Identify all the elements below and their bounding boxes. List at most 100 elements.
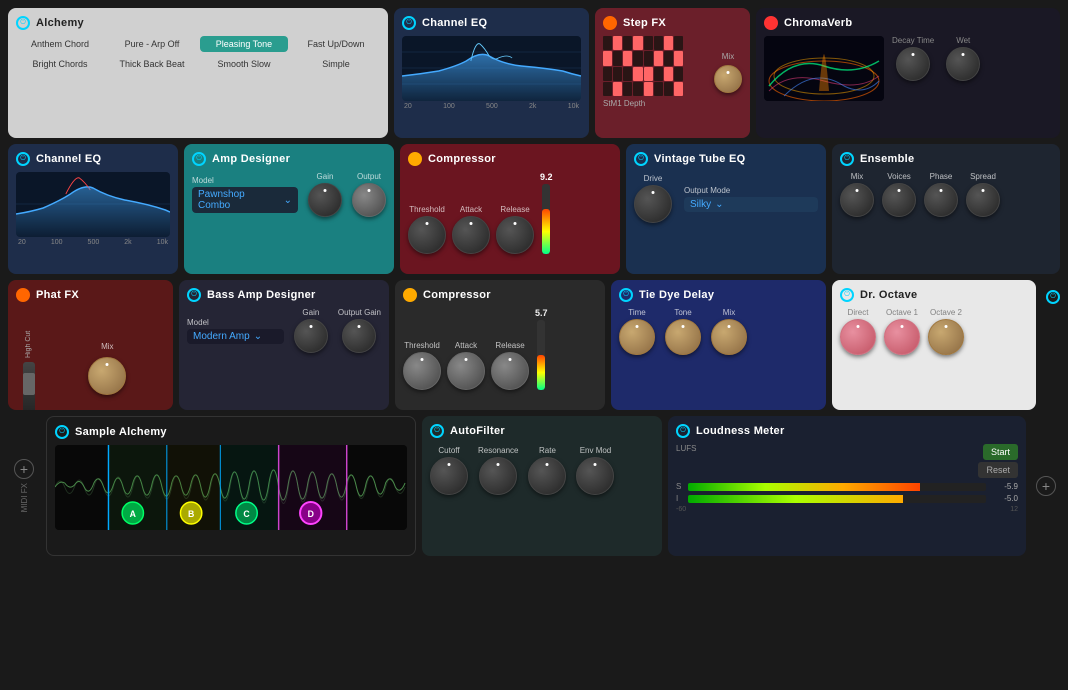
comp-r3-threshold-group: Threshold xyxy=(403,341,441,390)
tie-dye-time-knob[interactable] xyxy=(619,319,655,355)
bass-gain-label: Gain xyxy=(302,308,319,317)
preset-smooth-slow[interactable]: Smooth Slow xyxy=(200,56,288,72)
dr-octave2-knob[interactable] xyxy=(928,319,964,355)
af-resonance-knob[interactable] xyxy=(479,457,517,495)
amp-designer-power[interactable]: ⏻ xyxy=(192,152,206,166)
loudness-reset-button[interactable]: Reset xyxy=(978,462,1018,478)
bass-gain-group: Gain xyxy=(294,308,328,353)
preset-anthem-chord[interactable]: Anthem Chord xyxy=(16,36,104,52)
add-midi-fx-button[interactable]: + xyxy=(14,459,34,479)
af-cutoff-knob[interactable] xyxy=(430,457,468,495)
ensemble-mix-knob[interactable] xyxy=(840,183,874,217)
af-envmod-label: Env Mod xyxy=(580,446,612,455)
dr-octave-power[interactable]: ⏻ xyxy=(840,288,854,302)
phat-fx-header: ⏻ Phat FX xyxy=(16,288,165,302)
comp-r3-release-knob[interactable] xyxy=(491,352,529,390)
channel-eq-r2-title: Channel EQ xyxy=(36,153,101,165)
vintage-drive-knob[interactable] xyxy=(634,185,672,223)
ensemble-phase-knob[interactable] xyxy=(924,183,958,217)
auto-filter-power[interactable]: ⏻ xyxy=(430,424,444,438)
compressor-r2-power[interactable]: ⏻ xyxy=(408,152,422,166)
preset-simple[interactable]: Simple xyxy=(292,56,380,72)
chroma-wet-knob[interactable] xyxy=(946,47,980,81)
tie-dye-power[interactable]: ⏻ xyxy=(619,288,633,302)
amp-model-label: Model xyxy=(192,176,298,185)
comp-r3-threshold-knob[interactable] xyxy=(403,352,441,390)
amp-designer-header: ⏻ Amp Designer xyxy=(192,152,386,166)
phat-fx-power[interactable]: ⏻ xyxy=(16,288,30,302)
step-fx-mix-label: Mix xyxy=(722,52,734,61)
add-right-button[interactable]: + xyxy=(1036,476,1056,496)
amp-gain-knob[interactable] xyxy=(308,183,342,217)
sample-alchemy-power[interactable]: ⏻ xyxy=(55,425,69,439)
tie-dye-time-group: Time xyxy=(619,308,655,355)
bass-model-chevron: ⌄ xyxy=(254,331,262,342)
dr-octave1-knob[interactable] xyxy=(884,319,920,355)
amp-designer-plugin: ⏻ Amp Designer Model Pawnshop Combo ⌄ Ga… xyxy=(184,144,394,274)
bass-gain-knob[interactable] xyxy=(294,319,328,353)
step-fx-power[interactable]: ⏻ xyxy=(603,16,617,30)
channel-eq-r2-power[interactable]: ⏻ xyxy=(16,152,30,166)
dr-direct-knob[interactable] xyxy=(840,319,876,355)
amp-output-knob[interactable] xyxy=(352,183,386,217)
chroma-verb-plugin: ⏻ ChromaVerb xyxy=(756,8,1060,138)
af-rate-knob[interactable] xyxy=(528,457,566,495)
af-envmod-knob[interactable] xyxy=(576,457,614,495)
comp-r2-release-knob[interactable] xyxy=(496,216,534,254)
bass-amp-plugin: ⏻ Bass Amp Designer Model Modern Amp ⌄ G… xyxy=(179,280,389,410)
dr-octave1-label: Octave 1 xyxy=(886,308,918,317)
bass-output-knob[interactable] xyxy=(342,319,376,353)
loudness-s-value: -5.9 xyxy=(990,482,1018,491)
comp-r3-attack-knob[interactable] xyxy=(447,352,485,390)
vintage-mode-select[interactable]: Silky ⌄ xyxy=(684,197,818,212)
loudness-power[interactable]: ⏻ xyxy=(676,424,690,438)
preset-pure-arp[interactable]: Pure - Arp Off xyxy=(108,36,196,52)
comp-r2-attack-knob[interactable] xyxy=(452,216,490,254)
row2: ⏻ Channel EQ 20 xyxy=(8,144,1060,274)
comp-r2-release-label: Release xyxy=(500,205,529,214)
svg-text:A: A xyxy=(130,509,137,519)
loudness-meter-plugin: ⏻ Loudness Meter LUFS Start Reset S -5.9 xyxy=(668,416,1026,556)
tie-dye-mix-knob[interactable] xyxy=(711,319,747,355)
bass-amp-header: ⏻ Bass Amp Designer xyxy=(187,288,381,302)
comp-r3-release-label: Release xyxy=(495,341,524,350)
compressor-r3-power[interactable]: ⏻ xyxy=(403,288,417,302)
vintage-eq-power[interactable]: ⏻ xyxy=(634,152,648,166)
compressor-r3-header: ⏻ Compressor xyxy=(403,288,597,302)
auto-filter-header: ⏻ AutoFilter xyxy=(430,424,654,438)
bass-model-label: Model xyxy=(187,318,284,327)
comp-r3-attack-label: Attack xyxy=(455,341,477,350)
af-resonance-label: Resonance xyxy=(478,446,518,455)
amp-gain-label: Gain xyxy=(317,172,334,181)
preset-bright-chords[interactable]: Bright Chords xyxy=(16,56,104,72)
preset-thick-back[interactable]: Thick Back Beat xyxy=(108,56,196,72)
dr-octave2-label: Octave 2 xyxy=(930,308,962,317)
step-fx-mix-knob[interactable] xyxy=(714,65,742,93)
svg-text:B: B xyxy=(188,509,194,519)
chroma-decay-group: Decay Time xyxy=(892,36,934,81)
loudness-start-button[interactable]: Start xyxy=(983,444,1018,460)
tie-dye-title: Tie Dye Delay xyxy=(639,289,714,301)
channel-eq-r1-title: Channel EQ xyxy=(422,17,487,29)
chroma-decay-knob[interactable] xyxy=(896,47,930,81)
amp-model-select[interactable]: Pawnshop Combo ⌄ xyxy=(192,187,298,213)
ensemble-voices-knob[interactable] xyxy=(882,183,916,217)
loudness-s-label: S xyxy=(676,482,684,491)
extra-power-r3[interactable]: ⏻ xyxy=(1046,290,1060,304)
bass-amp-power[interactable]: ⏻ xyxy=(187,288,201,302)
comp-r2-threshold-knob[interactable] xyxy=(408,216,446,254)
alchemy-power[interactable]: ⏻ xyxy=(16,16,30,30)
ensemble-header: ⏻ Ensemble xyxy=(840,152,1052,166)
ensemble-spread-knob[interactable] xyxy=(966,183,1000,217)
ensemble-power[interactable]: ⏻ xyxy=(840,152,854,166)
channel-eq-r1-power[interactable]: ⏻ xyxy=(402,16,416,30)
loudness-s-row: S -5.9 xyxy=(676,482,1018,491)
tie-dye-tone-knob[interactable] xyxy=(665,319,701,355)
af-rate-group: Rate xyxy=(528,446,566,495)
bass-model-select[interactable]: Modern Amp ⌄ xyxy=(187,329,284,344)
chroma-verb-power[interactable]: ⏻ xyxy=(764,16,778,30)
preset-pleasing-tone[interactable]: Pleasing Tone xyxy=(200,36,288,52)
phat-mix-knob[interactable] xyxy=(88,357,126,395)
loudness-i-bar xyxy=(688,495,986,503)
preset-fast-updown[interactable]: Fast Up/Down xyxy=(292,36,380,52)
